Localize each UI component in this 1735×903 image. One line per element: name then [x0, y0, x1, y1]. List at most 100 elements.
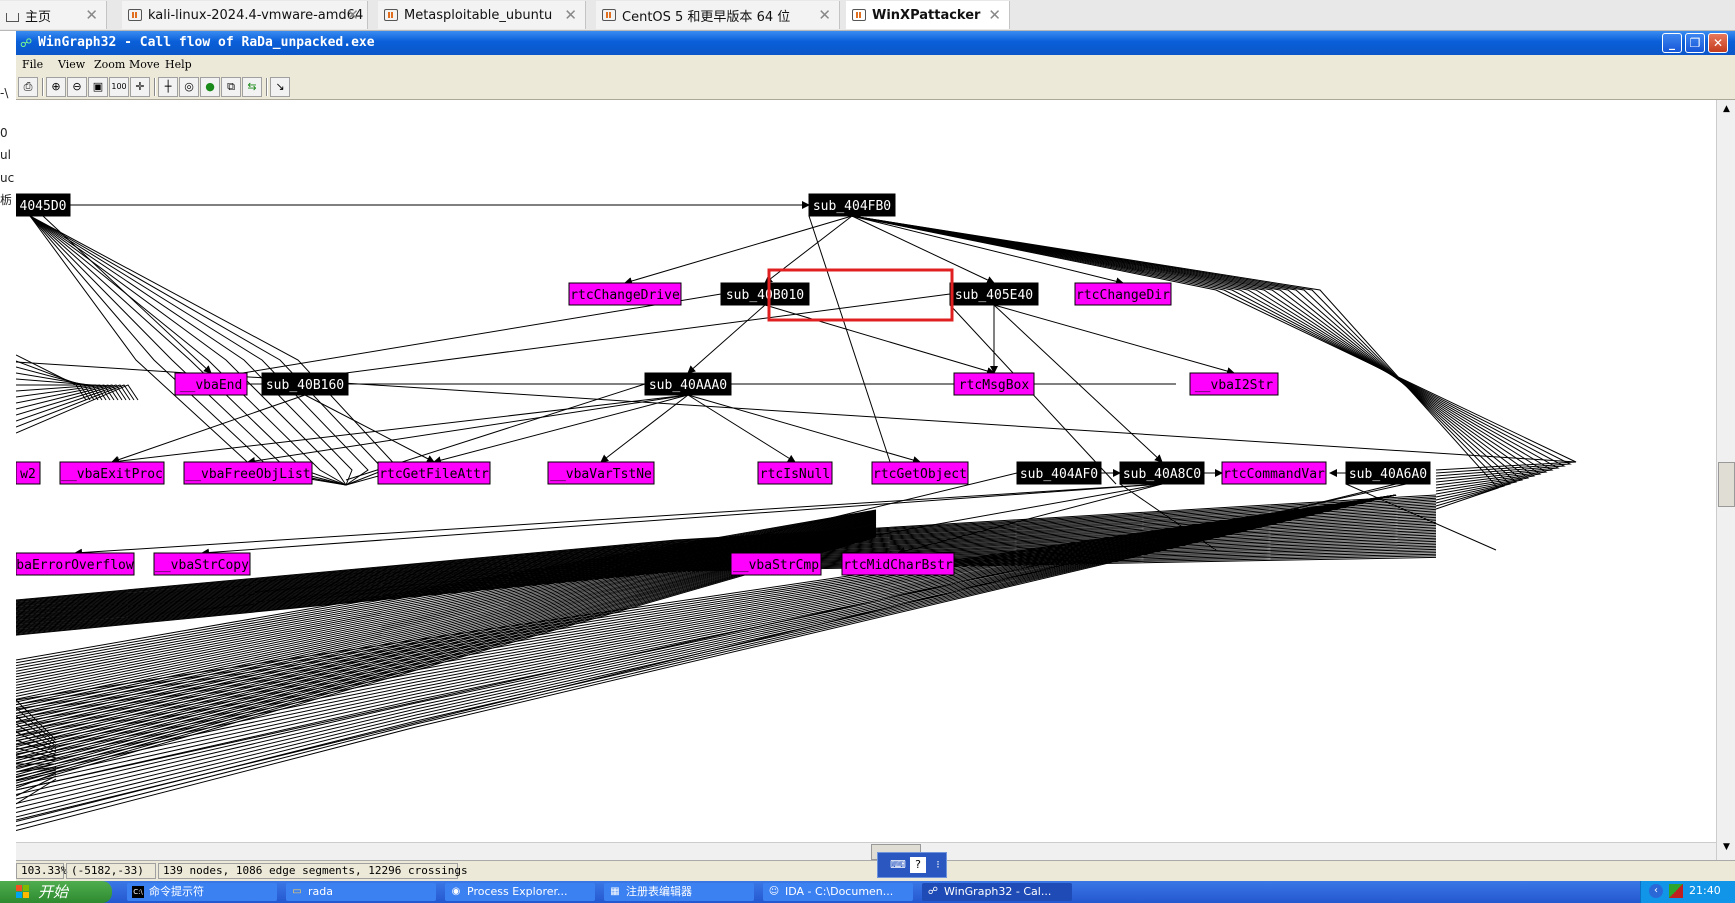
host-tab-metasploitable[interactable]: Metasploitable_ubuntu ✕	[378, 1, 586, 29]
move-icon[interactable]: ✛	[130, 77, 150, 97]
node-label: __vbaVarTstNe	[550, 467, 652, 482]
function-node[interactable]: sub_40A6A0	[1345, 461, 1431, 485]
node-label: rtcChangeDrive	[570, 288, 680, 303]
close-icon[interactable]: ✕	[818, 6, 831, 24]
green-window-icon[interactable]: ⇆	[242, 77, 262, 97]
menu-file[interactable]: File	[22, 58, 43, 71]
vm-icon	[602, 9, 616, 21]
cmd-icon: C:\	[132, 886, 144, 898]
regedit-icon: ▦	[610, 886, 620, 897]
close-icon[interactable]: ✕	[564, 6, 577, 24]
node-label: rtcCommandVar	[1223, 467, 1325, 482]
node-label: rtcMsgBox	[959, 378, 1030, 393]
start-button[interactable]: 开始	[0, 881, 112, 903]
import-node[interactable]: rtcMsgBox	[953, 372, 1035, 396]
function-node[interactable]: sub_40B160	[261, 372, 349, 396]
horizontal-scrollbar[interactable]	[16, 842, 1716, 861]
menu-zoom[interactable]: Zoom	[94, 58, 125, 71]
zoom-100-icon[interactable]: 100	[109, 77, 129, 97]
task-wingraph[interactable]: ☍ WinGraph32 - Cal...	[922, 883, 1072, 901]
import-node[interactable]: baErrorOverflow	[16, 552, 135, 576]
host-tab-winxpattacker[interactable]: WinXPattacker ✕	[846, 1, 1010, 29]
function-node[interactable]: sub_404AF0	[1016, 461, 1102, 485]
task-rada[interactable]: ▭ rada	[286, 883, 436, 901]
function-node[interactable]: sub_40AAA0	[644, 372, 732, 396]
globe-icon[interactable]: ◎	[179, 77, 199, 97]
menu-help[interactable]: Help	[165, 58, 192, 71]
function-node[interactable]: sub_40B010	[720, 282, 810, 306]
window-icon[interactable]: ⧉	[221, 77, 241, 97]
network-icon[interactable]	[1669, 884, 1683, 898]
import-node[interactable]: __vbaI2Str	[1189, 372, 1279, 396]
host-tab-home[interactable]: 主页 ✕	[0, 1, 107, 29]
import-node[interactable]: w2	[16, 461, 41, 485]
tray-arrow-icon[interactable]: ‹	[1649, 884, 1663, 898]
vertical-scroll-thumb[interactable]	[1718, 462, 1735, 507]
scroll-up-icon[interactable]: ▲	[1719, 102, 1734, 117]
green-globe-icon[interactable]: ●	[200, 77, 220, 97]
help-icon[interactable]: ?	[910, 857, 926, 873]
scroll-down-icon[interactable]: ▼	[1719, 840, 1734, 855]
title-bar[interactable]: ☍ WinGraph32 - Call flow of RaDa_unpacke…	[16, 31, 1735, 55]
graph-edge	[687, 304, 766, 374]
follow-edge-icon[interactable]: ↘	[270, 77, 290, 97]
import-node[interactable]: __vbaEnd	[174, 372, 248, 396]
task-cmd[interactable]: C:\ 命令提示符	[127, 883, 277, 901]
menu-view[interactable]: View	[58, 58, 85, 71]
graph-edge	[851, 215, 1536, 492]
close-icon[interactable]: ✕	[85, 6, 98, 24]
menu-move[interactable]: Move	[129, 58, 160, 71]
graph-edge	[111, 394, 306, 464]
background-text: -\	[0, 86, 9, 100]
start-label: 开始	[38, 883, 69, 901]
function-node[interactable]: sub_40A8C0	[1119, 461, 1205, 485]
graph-edge	[851, 215, 1542, 489]
options-icon[interactable]: ⁝	[930, 857, 946, 873]
function-node[interactable]: sub_404FB0	[808, 193, 896, 217]
vertical-scrollbar[interactable]: ▲ ▼	[1716, 100, 1735, 860]
import-node[interactable]: rtcGetFileAttr	[377, 461, 491, 485]
task-label: Process Explorer...	[467, 885, 568, 898]
print-icon[interactable]: ⎙	[18, 77, 38, 97]
import-node[interactable]: __vbaExitProc	[59, 461, 165, 485]
host-tab-centos[interactable]: CentOS 5 和更早版本 64 位 ✕	[596, 1, 840, 29]
status-coords: (-5182,-33)	[66, 863, 156, 879]
import-node[interactable]: __vbaVarTstNe	[547, 461, 655, 485]
keyboard-icon[interactable]: ⌨	[890, 857, 906, 873]
function-node[interactable]: 4045D0	[16, 193, 71, 217]
import-node[interactable]: rtcMidCharBstr	[841, 552, 955, 576]
task-label: 命令提示符	[149, 885, 204, 898]
task-regedit[interactable]: ▦ 注册表编辑器	[604, 883, 754, 901]
host-tab-kali[interactable]: kali-linux-2024.4-vmware-amd64 ✕	[122, 1, 368, 29]
minimize-button[interactable]: _	[1662, 33, 1682, 53]
graph-edge	[261, 293, 951, 385]
import-node[interactable]: __vbaStrCmp	[730, 552, 822, 576]
zoom-out-icon[interactable]: ⊖	[67, 77, 87, 97]
background-text: ul	[0, 148, 11, 162]
close-icon[interactable]: ✕	[988, 6, 1001, 24]
windows-flag-icon	[16, 885, 30, 899]
graph-edge	[433, 394, 689, 465]
graph-edge	[16, 361, 1577, 463]
import-node[interactable]: rtcChangeDrive	[568, 282, 682, 306]
import-node[interactable]: __vbaStrCopy	[153, 552, 251, 576]
zoom-in-icon[interactable]: ⊕	[46, 77, 66, 97]
import-node[interactable]: rtcGetObject	[871, 461, 969, 485]
function-node[interactable]: sub_405E40	[949, 282, 1039, 306]
import-node[interactable]: __vbaFreeObjList	[183, 461, 313, 485]
import-node[interactable]: rtcCommandVar	[1221, 461, 1327, 485]
import-node[interactable]: rtcChangeDir	[1074, 282, 1172, 306]
import-node[interactable]: rtcIsNull	[757, 461, 833, 485]
task-ida[interactable]: ☺ IDA - C:\Documen...	[763, 883, 913, 901]
graph-canvas[interactable]: 4045D0 sub_404FB0 rtcChangeDrive sub_40B010…	[16, 100, 1716, 842]
layout-icon[interactable]: ┼	[158, 77, 178, 97]
task-process-explorer[interactable]: ◉ Process Explorer...	[445, 883, 595, 901]
fit-icon[interactable]: ▣	[88, 77, 108, 97]
language-bar[interactable]: ⌨ ? ⁝	[877, 852, 947, 878]
node-label: sub_404AF0	[1020, 467, 1098, 482]
node-label: __vbaStrCmp	[733, 558, 819, 573]
node-label: sub_40B160	[266, 378, 344, 393]
close-icon[interactable]: ✕	[346, 6, 359, 24]
close-button[interactable]: ✕	[1708, 33, 1728, 53]
maximize-button[interactable]: ❐	[1685, 33, 1705, 53]
